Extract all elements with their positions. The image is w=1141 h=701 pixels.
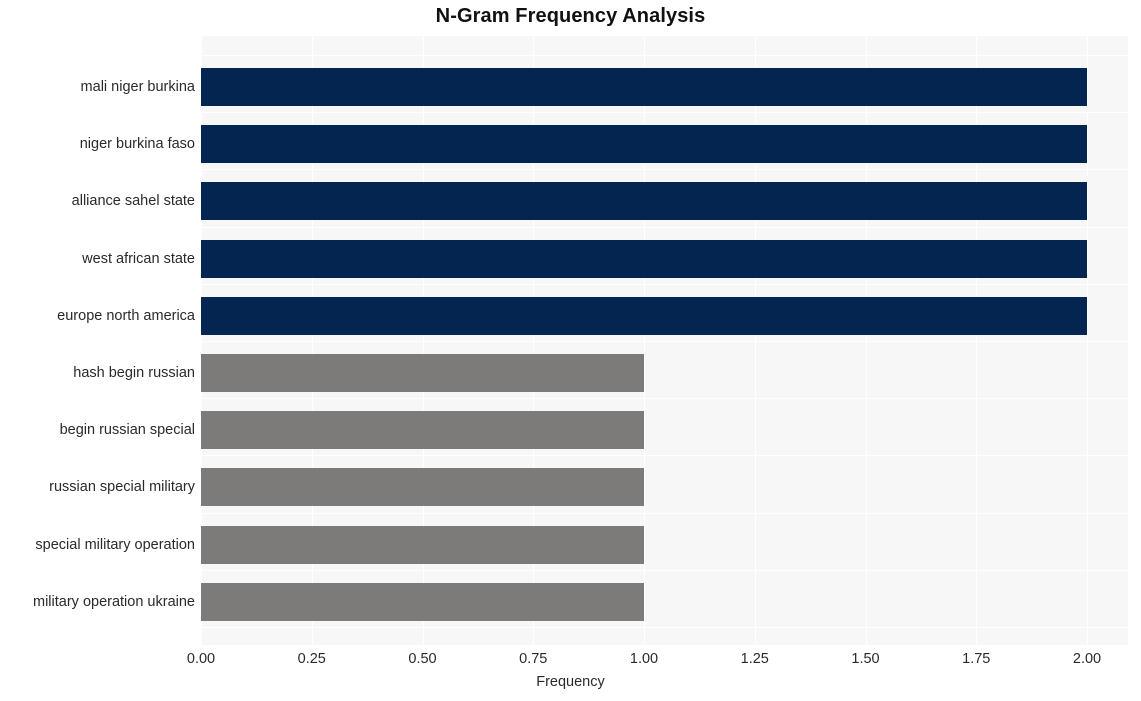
x-axis-tick-label: 0.50 <box>408 651 437 667</box>
gridline-horizontal <box>201 112 1128 114</box>
bar <box>201 68 1087 106</box>
bar <box>201 411 644 450</box>
y-axis-tick-label: begin russian special <box>59 422 195 439</box>
x-axis-tick-label: 0.00 <box>186 651 216 667</box>
y-axis-tick-label: russian special military <box>49 479 195 496</box>
bar <box>201 525 644 564</box>
x-axis-tick-label: 2.00 <box>1072 651 1102 667</box>
y-axis-tick-label: niger burkina faso <box>79 136 195 153</box>
chart-figure: N-Gram Frequency Analysis mali niger bur… <box>0 0 1141 701</box>
y-axis-tick-label: mali niger burkina <box>80 79 195 95</box>
x-axis-tick-label: 0.25 <box>297 651 326 667</box>
bar <box>201 125 1087 164</box>
y-axis-tick-label: west african state <box>82 250 195 267</box>
bar <box>201 468 644 507</box>
bar <box>201 354 644 392</box>
y-axis-tick-label: special military operation <box>35 536 195 553</box>
bar <box>201 582 644 621</box>
x-axis-tick-label: 1.00 <box>629 651 659 667</box>
gridline-horizontal <box>201 398 1128 400</box>
x-axis-tick-label: 1.25 <box>740 651 769 667</box>
gridline-horizontal <box>201 455 1128 457</box>
gridline-horizontal <box>201 283 1128 285</box>
x-axis-tick-label: 1.50 <box>851 651 880 667</box>
x-axis-tick-label: 0.75 <box>519 651 548 667</box>
chart-title: N-Gram Frequency Analysis <box>435 5 706 27</box>
gridline-horizontal <box>201 55 1128 56</box>
gridline-horizontal <box>201 512 1128 514</box>
y-axis-tick-label: alliance sahel state <box>71 193 195 210</box>
gridline-horizontal <box>201 169 1128 171</box>
gridline-horizontal <box>201 226 1128 228</box>
gridline-horizontal <box>201 341 1128 342</box>
y-axis-tick-label: military operation ukraine <box>33 593 195 610</box>
y-axis-tick-label: europe north america <box>57 307 195 324</box>
plot-area <box>201 36 1128 645</box>
bar <box>201 182 1087 221</box>
gridline-horizontal <box>201 627 1128 628</box>
bar <box>201 239 1087 278</box>
x-axis-label: Frequency <box>536 674 605 690</box>
y-axis-tick-label: hash begin russian <box>73 365 195 381</box>
x-axis-tick-label: 1.75 <box>962 651 991 667</box>
bar <box>201 296 1087 335</box>
gridline-horizontal <box>201 569 1128 571</box>
